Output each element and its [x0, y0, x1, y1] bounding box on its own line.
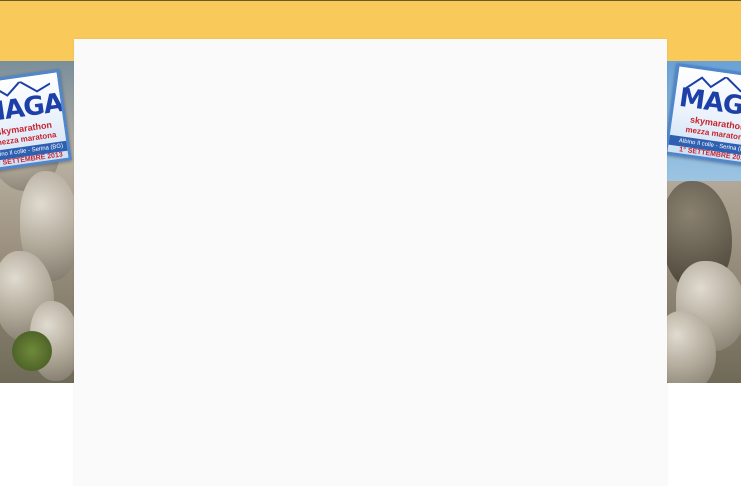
- main-content-panel: [74, 39, 667, 486]
- event-logo-left: MAGA skymarathon mezza maratona Albino I…: [0, 69, 72, 173]
- banner-image-right: MAGA skymarathon mezza maratona Albino I…: [666, 61, 741, 383]
- event-logo-right: MAGA skymarathon mezza maratona Albino I…: [666, 63, 741, 167]
- banner-image-left: MAGA skymarathon mezza maratona Albino I…: [0, 61, 74, 383]
- vegetation-shape: [12, 331, 52, 371]
